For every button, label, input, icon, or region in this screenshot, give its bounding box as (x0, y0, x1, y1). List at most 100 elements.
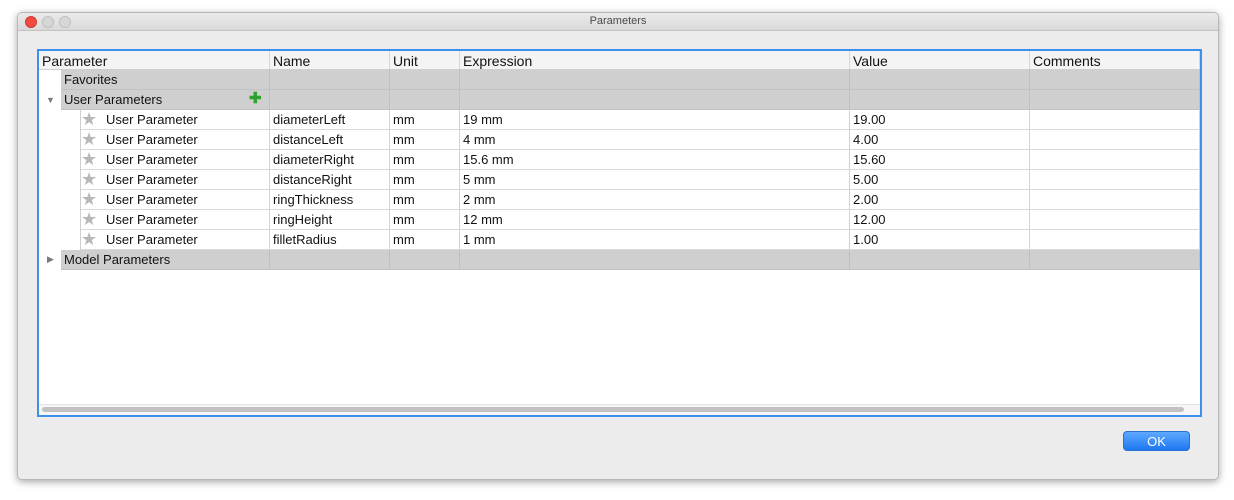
column-header-comments[interactable]: Comments (1030, 51, 1200, 69)
parameter-type-label: User Parameter (106, 232, 198, 247)
empty-cell (460, 250, 850, 270)
scrollbar-thumb[interactable] (42, 407, 1184, 412)
add-parameter-plus-icon[interactable]: ✚ (249, 90, 262, 108)
comments-cell[interactable] (1030, 170, 1200, 190)
parameter-type-cell: User Parameter (81, 130, 270, 150)
comments-cell[interactable] (1030, 150, 1200, 170)
empty-cell (460, 90, 850, 110)
table-row[interactable]: ★ User Parameter distanceRight mm 5 mm 5… (39, 169, 1200, 190)
empty-cell (390, 90, 460, 110)
empty-cell (390, 250, 460, 270)
unit-cell[interactable]: mm (390, 210, 460, 230)
value-cell: 4.00 (850, 130, 1030, 150)
empty-cell (460, 70, 850, 90)
parameter-type-label: User Parameter (106, 212, 198, 227)
name-cell[interactable]: ringThickness (270, 190, 390, 210)
column-header-parameter[interactable]: Parameter (39, 51, 270, 69)
table-row[interactable]: ★ User Parameter ringThickness mm 2 mm 2… (39, 189, 1200, 210)
empty-cell (270, 70, 390, 90)
parameter-type-label: User Parameter (106, 152, 198, 167)
table-row[interactable]: ★ User Parameter diameterRight mm 15.6 m… (39, 149, 1200, 170)
empty-cell (1030, 70, 1200, 90)
value-cell: 2.00 (850, 190, 1030, 210)
table-row[interactable]: ★ User Parameter diameterLeft mm 19 mm 1… (39, 109, 1200, 130)
parameter-type-cell: User Parameter (81, 210, 270, 230)
unit-cell[interactable]: mm (390, 110, 460, 130)
group-label-user-parameters: User Parameters (64, 92, 163, 107)
empty-cell (390, 70, 460, 90)
parameter-type-label: User Parameter (106, 112, 198, 127)
name-cell[interactable]: diameterLeft (270, 110, 390, 130)
unit-cell[interactable]: mm (390, 150, 460, 170)
group-cell: Favorites (61, 70, 270, 90)
group-row-favorites[interactable]: Favorites (39, 70, 1200, 90)
comments-cell[interactable] (1030, 130, 1200, 150)
column-header-unit[interactable]: Unit (390, 51, 460, 69)
parameters-dialog: Parameters Parameter Name Unit Expressio… (17, 12, 1219, 480)
expression-cell[interactable]: 19 mm (460, 110, 850, 130)
name-cell[interactable]: diameterRight (270, 150, 390, 170)
name-cell[interactable]: filletRadius (270, 230, 390, 250)
expression-cell[interactable]: 2 mm (460, 190, 850, 210)
parameter-type-cell: User Parameter (81, 150, 270, 170)
window-title: Parameters (589, 15, 647, 27)
disclosure-triangle-down-icon[interactable]: ▼ (46, 96, 55, 105)
empty-cell (270, 90, 390, 110)
tree-gutter (39, 70, 61, 90)
column-header-expression[interactable]: Expression (460, 51, 850, 69)
group-row-model-parameters[interactable]: ▶ Model Parameters (39, 250, 1200, 270)
disclosure-triangle-right-icon[interactable]: ▶ (47, 255, 54, 264)
empty-cell (850, 70, 1030, 90)
parameter-type-cell: User Parameter (81, 230, 270, 250)
value-cell: 1.00 (850, 230, 1030, 250)
comments-cell[interactable] (1030, 110, 1200, 130)
expression-cell[interactable]: 15.6 mm (460, 150, 850, 170)
ok-button[interactable]: OK (1123, 431, 1190, 451)
title-bar[interactable]: Parameters (18, 13, 1218, 31)
empty-cell (850, 250, 1030, 270)
group-row-user-parameters[interactable]: ▼ User Parameters ✚ (39, 90, 1200, 110)
expression-cell[interactable]: 5 mm (460, 170, 850, 190)
comments-cell[interactable] (1030, 230, 1200, 250)
empty-cell (1030, 90, 1200, 110)
empty-cell (1030, 250, 1200, 270)
unit-cell[interactable]: mm (390, 190, 460, 210)
value-cell: 15.60 (850, 150, 1030, 170)
group-label-favorites: Favorites (64, 72, 118, 87)
value-cell: 5.00 (850, 170, 1030, 190)
group-cell: Model Parameters (61, 250, 270, 270)
unit-cell[interactable]: mm (390, 170, 460, 190)
parameter-type-cell: User Parameter (81, 110, 270, 130)
unit-cell[interactable]: mm (390, 230, 460, 250)
group-cell: User Parameters ✚ (61, 90, 270, 110)
parameter-type-label: User Parameter (106, 172, 198, 187)
name-cell[interactable]: distanceRight (270, 170, 390, 190)
value-cell: 19.00 (850, 110, 1030, 130)
value-cell: 12.00 (850, 210, 1030, 230)
unit-cell[interactable]: mm (390, 130, 460, 150)
expression-cell[interactable]: 1 mm (460, 230, 850, 250)
column-header-value[interactable]: Value (850, 51, 1030, 69)
table-row[interactable]: ★ User Parameter distanceLeft mm 4 mm 4.… (39, 129, 1200, 150)
empty-cell (270, 250, 390, 270)
table-header: Parameter Name Unit Expression Value Com… (39, 51, 1200, 70)
group-label-model-parameters: Model Parameters (64, 252, 171, 267)
name-cell[interactable]: ringHeight (270, 210, 390, 230)
tree-gutter: ▶ (39, 250, 61, 270)
column-header-name[interactable]: Name (270, 51, 390, 69)
expression-cell[interactable]: 4 mm (460, 130, 850, 150)
parameter-type-cell: User Parameter (81, 170, 270, 190)
comments-cell[interactable] (1030, 210, 1200, 230)
horizontal-scrollbar[interactable] (39, 404, 1200, 415)
empty-cell (850, 90, 1030, 110)
table-row[interactable]: ★ User Parameter ringHeight mm 12 mm 12.… (39, 209, 1200, 230)
parameters-table[interactable]: Parameter Name Unit Expression Value Com… (37, 49, 1202, 417)
parameter-type-label: User Parameter (106, 132, 198, 147)
table-row[interactable]: ★ User Parameter filletRadius mm 1 mm 1.… (39, 229, 1200, 250)
comments-cell[interactable] (1030, 190, 1200, 210)
parameter-type-cell: User Parameter (81, 190, 270, 210)
name-cell[interactable]: distanceLeft (270, 130, 390, 150)
parameter-type-label: User Parameter (106, 192, 198, 207)
tree-gutter: ▼ (39, 90, 61, 110)
expression-cell[interactable]: 12 mm (460, 210, 850, 230)
